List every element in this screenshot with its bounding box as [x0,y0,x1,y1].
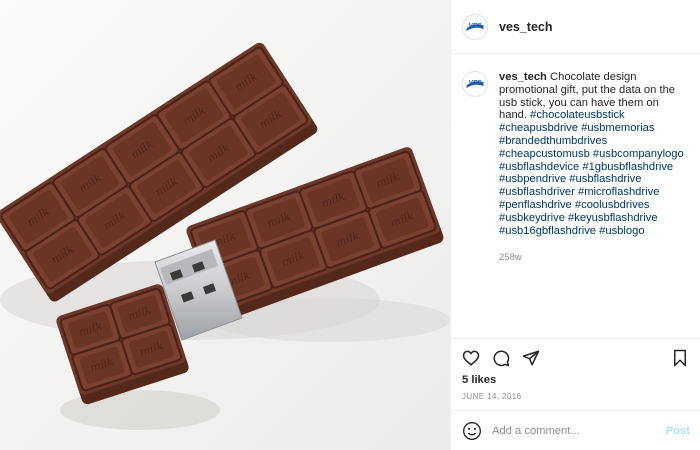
hashtag-link[interactable]: #keyusbflashdrive [568,212,658,224]
action-bar [451,338,700,368]
hashtag-link[interactable]: #coolusbdrives [575,199,650,211]
hashtag-link[interactable]: #usbflashdrive [569,173,641,185]
like-count[interactable]: 5 likes [462,374,496,386]
hashtag-link[interactable]: #usbflashdriver [499,186,575,198]
post-side-panel: VES ves_tech VES ves_tech Chocolate desi… [450,0,700,450]
chocolate-usb-image: milkmilkmilkmilkmilkmilkmilkmilkmilkmilk… [0,0,450,450]
caption-username[interactable]: ves_tech [499,71,547,83]
hashtag-link[interactable]: #cheapcustomusb [499,148,590,160]
hashtag-link[interactable]: #usbpendrive [499,173,566,185]
caption: ves_tech Chocolate design promotional gi… [499,71,689,338]
hashtag-link[interactable]: #usbmemorias [581,122,654,134]
post-photo[interactable]: milk milk milk milk milk milk milk milk milk milk… [0,0,450,450]
comment-bar: Post [451,410,700,450]
heart-icon[interactable] [462,349,480,367]
hashtag-link[interactable]: #usbflashdevice [499,161,579,173]
hashtag-link[interactable]: #penflashdrive [499,199,572,211]
comment-bubble-icon[interactable] [492,349,510,367]
ves-logo-icon[interactable]: VES [462,71,488,97]
ves-logo-icon[interactable]: VES [462,13,488,40]
caption-area: VES ves_tech Chocolate design promotiona… [451,54,700,338]
hashtag-link[interactable]: #cheapusbdrive [499,122,578,134]
svg-text:VES: VES [468,80,482,87]
hashtag-link[interactable]: #usbcompanylogo [593,148,684,160]
hashtag-link[interactable]: #usb16gbflashdrive [499,225,596,237]
hashtag-link[interactable]: #brandedthumbdrives [499,135,607,147]
hashtag-link[interactable]: #usbkeydrive [499,212,565,224]
comment-input[interactable] [492,424,657,437]
smiley-icon[interactable] [462,421,482,441]
post-comment-button[interactable]: Post [666,425,690,437]
post-date: JUNE 14, 2016 [462,392,522,401]
hashtag-link[interactable]: #usblogo [599,225,644,237]
svg-text:VES: VES [468,22,482,29]
time-ago[interactable]: 258w [499,252,689,265]
post-header: VES ves_tech [451,0,700,54]
hashtag-list: #chocolateusbstick #cheapusbdrive #usbme… [499,109,684,236]
hashtag-link[interactable]: #1gbusbflashdrive [582,161,673,173]
header-username[interactable]: ves_tech [499,20,553,34]
hashtag-link[interactable]: #microflashdrive [578,186,659,198]
paper-plane-icon[interactable] [522,349,540,367]
hashtag-link[interactable]: #chocolateusbstick [530,109,625,121]
bookmark-icon[interactable] [671,349,689,367]
